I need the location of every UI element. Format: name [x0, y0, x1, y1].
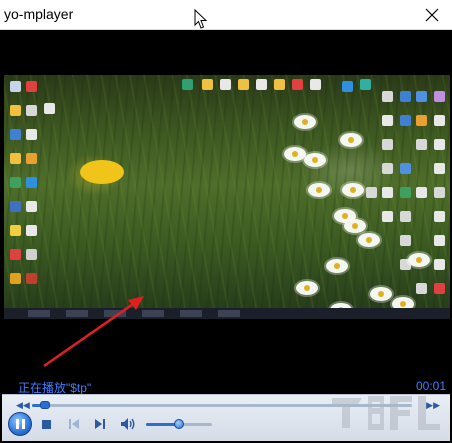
close-icon: [425, 8, 439, 22]
desktop-icon: [10, 201, 21, 212]
stop-button[interactable]: [42, 420, 51, 429]
daisy-flower: [326, 259, 348, 273]
video-area[interactable]: [2, 30, 450, 378]
daisy-flower: [284, 147, 306, 161]
desktop-icon: [10, 105, 21, 116]
desktop-icon: [400, 235, 411, 246]
desktop-icon: [238, 79, 249, 90]
pause-button[interactable]: [8, 412, 32, 436]
desktop-icon: [292, 79, 303, 90]
desktop-icon: [434, 259, 445, 270]
desktop-icon: [400, 115, 411, 126]
desktop-icon: [274, 79, 285, 90]
desktop-icon: [26, 249, 37, 260]
desktop-icon: [26, 273, 37, 284]
desktop-icon: [26, 177, 37, 188]
yellow-flower: [80, 160, 124, 184]
desktop-icon: [382, 115, 393, 126]
desktop-icon: [26, 225, 37, 236]
desktop-icon: [10, 129, 21, 140]
daisy-flower: [408, 253, 430, 267]
desktop-icon: [400, 187, 411, 198]
desktop-icon: [382, 139, 393, 150]
desktop-icon: [202, 79, 213, 90]
desktop-icon: [10, 177, 21, 188]
desktop-icon: [26, 129, 37, 140]
desktop-icon: [434, 187, 445, 198]
desktop-icon: [382, 163, 393, 174]
desktop-icon: [382, 91, 393, 102]
previous-track-icon[interactable]: [68, 418, 80, 430]
desktop-icon: [10, 225, 21, 236]
player-window: yo-mplayer 正在播放"$tp" 00:01 ◀◀ ▶▶: [0, 0, 452, 443]
daisy-flower: [304, 153, 326, 167]
desktop-icon: [26, 105, 37, 116]
next-track-icon[interactable]: [94, 418, 106, 430]
desktop-icon: [416, 91, 427, 102]
desktop-icon: [26, 201, 37, 212]
daisy-flower: [296, 281, 318, 295]
desktop-icon: [44, 103, 55, 114]
title-bar: yo-mplayer: [0, 0, 452, 30]
seek-handle[interactable]: [40, 401, 51, 409]
desktop-icon: [434, 115, 445, 126]
desktop-icon: [416, 139, 427, 150]
window-title: yo-mplayer: [4, 6, 74, 22]
desktop-icon: [416, 187, 427, 198]
volume-icon[interactable]: [120, 417, 136, 431]
desktop-icon: [416, 283, 427, 294]
desktop-icon: [434, 235, 445, 246]
rewind-icon[interactable]: ◀◀: [16, 400, 30, 411]
desktop-icon: [400, 211, 411, 222]
desktop-icon: [220, 79, 231, 90]
desktop-icon: [434, 211, 445, 222]
daisy-flower: [344, 219, 366, 233]
daisy-flower: [342, 183, 364, 197]
desktop-icon: [434, 283, 445, 294]
desktop-icon: [434, 163, 445, 174]
pause-icon: [15, 419, 19, 429]
volume-handle[interactable]: [174, 419, 184, 429]
volume-slider[interactable]: [146, 419, 212, 429]
desktop-icon: [182, 79, 193, 90]
desktop-icon: [342, 81, 353, 92]
desktop-icon: [10, 249, 21, 260]
daisy-flower: [340, 133, 362, 147]
desktop-icon: [400, 163, 411, 174]
daisy-flower: [358, 233, 380, 247]
daisy-flower: [308, 183, 330, 197]
desktop-icon: [310, 79, 321, 90]
desktop-icon: [256, 79, 267, 90]
desktop-icon: [400, 91, 411, 102]
desktop-icon: [26, 153, 37, 164]
daisy-flower: [370, 287, 392, 301]
desktop-icon: [10, 81, 21, 92]
desktop-icon: [434, 91, 445, 102]
close-button[interactable]: [412, 0, 452, 30]
desktop-icon: [382, 211, 393, 222]
daisy-flower: [294, 115, 316, 129]
desktop-icon: [26, 81, 37, 92]
desktop-icon: [382, 187, 393, 198]
watermark-logo: [332, 396, 440, 430]
video-frame: [4, 75, 450, 319]
desktop-icon: [416, 115, 427, 126]
desktop-icon: [10, 273, 21, 284]
captured-taskbar: [4, 308, 450, 319]
desktop-icon: [434, 139, 445, 150]
desktop-icon: [360, 79, 371, 90]
desktop-icon: [10, 153, 21, 164]
mouse-cursor-icon: [194, 9, 208, 29]
desktop-icon: [366, 187, 377, 198]
